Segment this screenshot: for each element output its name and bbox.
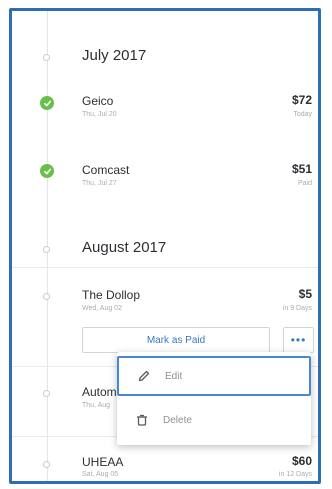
bill-amount: $51 xyxy=(291,162,312,176)
paid-check-icon xyxy=(40,164,54,178)
bill-marker-dot xyxy=(43,461,50,468)
edit-label: Edit xyxy=(165,370,183,382)
more-options-button[interactable]: ••• xyxy=(283,327,314,353)
bill-status: Today xyxy=(293,111,312,118)
bill-name[interactable]: Geico xyxy=(82,94,113,108)
month-marker-dot xyxy=(43,246,50,253)
section-divider xyxy=(12,267,318,268)
bill-date: Thu, Jul 20 xyxy=(82,111,117,118)
month-heading-july: July 2017 xyxy=(82,47,147,64)
trash-icon xyxy=(133,411,151,429)
bill-marker-dot xyxy=(43,293,50,300)
month-marker-dot xyxy=(43,54,50,61)
bill-amount: $60 xyxy=(291,454,312,468)
bill-status: Paid xyxy=(297,180,312,187)
bill-name[interactable]: UHEAA xyxy=(82,455,123,469)
bill-date: Thu, Aug xyxy=(82,402,111,409)
edit-menu-item[interactable]: Edit xyxy=(117,356,311,396)
bill-status: in 12 Days xyxy=(278,471,312,478)
bill-date: Wed, Aug 02 xyxy=(82,305,122,312)
pencil-icon xyxy=(135,367,153,385)
bill-name[interactable]: Comcast xyxy=(82,163,129,177)
delete-menu-item[interactable]: Delete xyxy=(117,400,311,440)
bill-amount: $5 xyxy=(298,287,312,301)
options-dropdown-menu: Edit Delete xyxy=(117,352,311,445)
bill-date: Thu, Jul 27 xyxy=(82,180,117,187)
month-heading-august: August 2017 xyxy=(82,239,167,256)
bill-marker-dot xyxy=(43,390,50,397)
bill-amount: $72 xyxy=(291,93,312,107)
bill-name[interactable]: The Dollop xyxy=(82,288,140,302)
bill-date: Sat, Aug 05 xyxy=(82,471,119,478)
paid-check-icon xyxy=(40,96,54,110)
mark-as-paid-button[interactable]: Mark as Paid xyxy=(82,327,270,353)
bill-status: in 9 Days xyxy=(282,305,312,312)
delete-label: Delete xyxy=(163,414,192,426)
